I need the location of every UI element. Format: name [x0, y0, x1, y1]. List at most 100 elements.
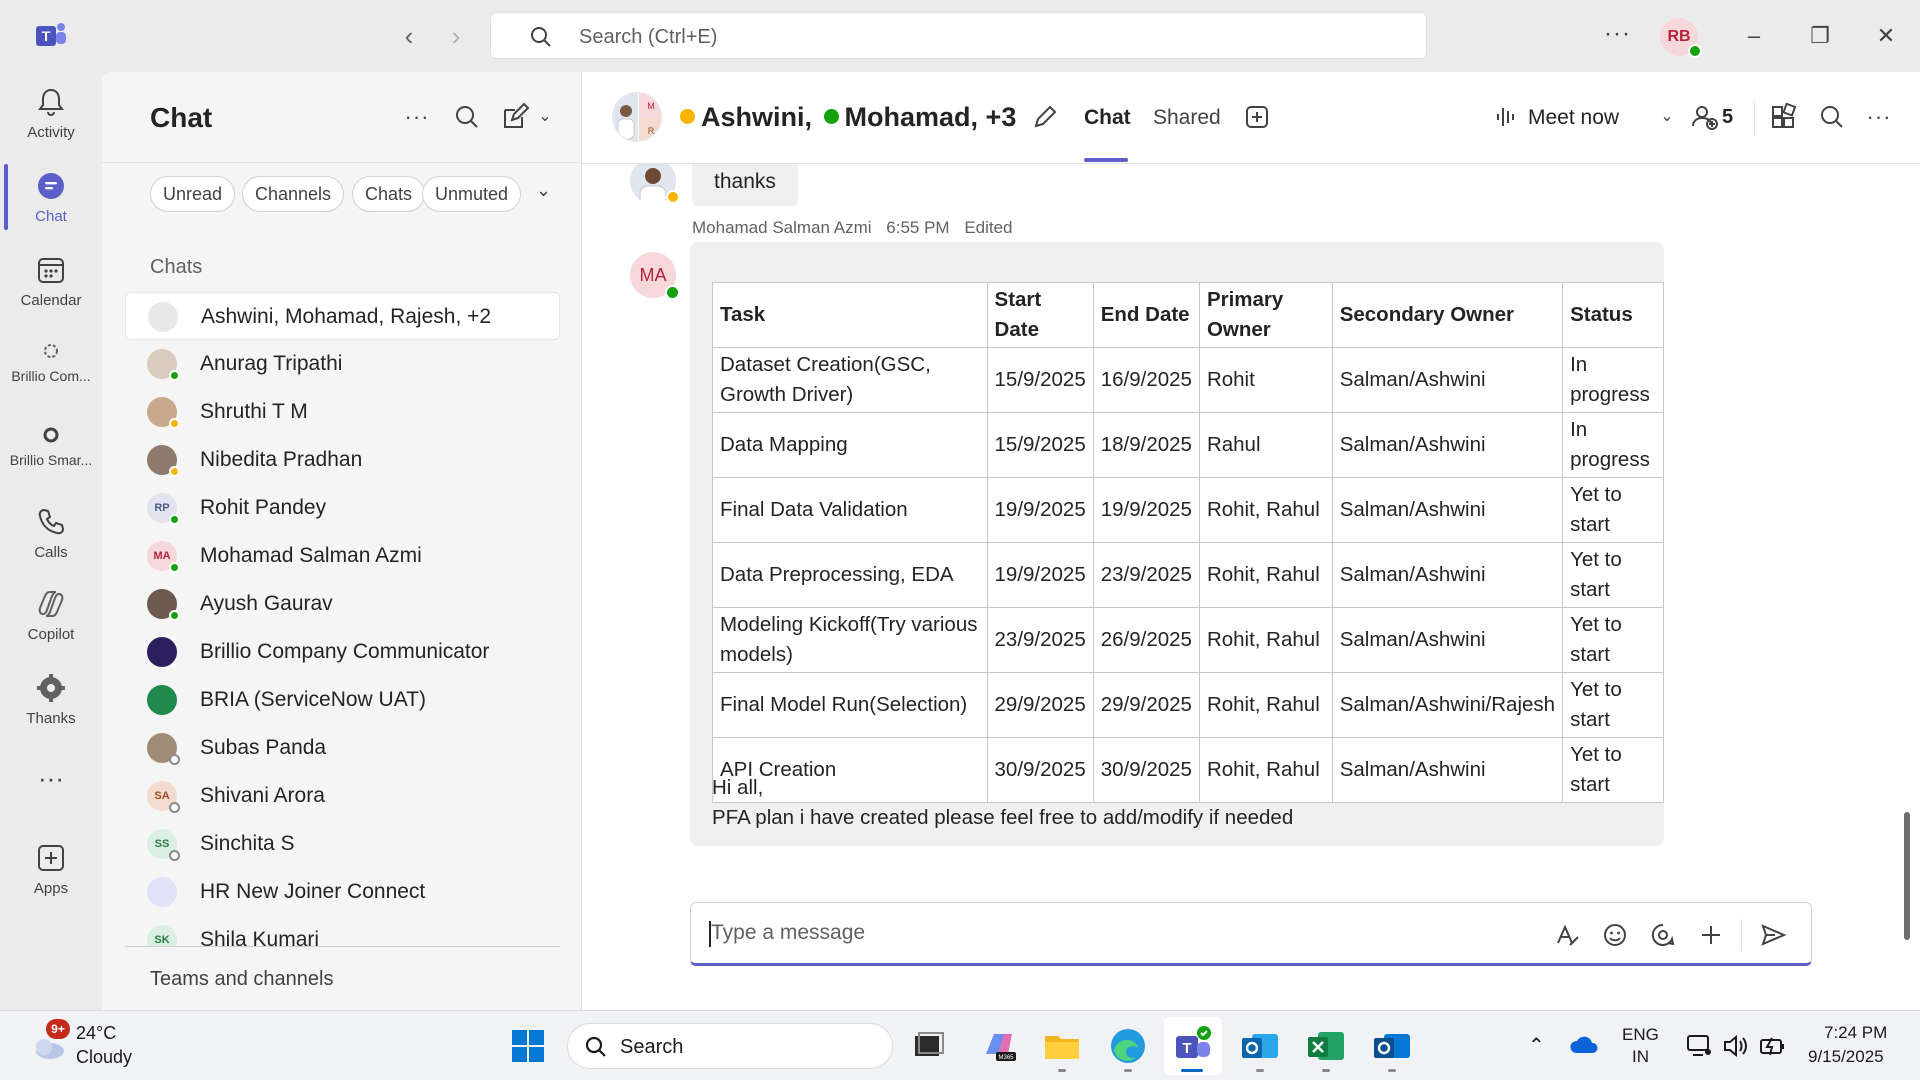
rail-item-activity[interactable]: Activity — [0, 86, 102, 166]
add-attachment-icon[interactable] — [1697, 921, 1725, 949]
rail-item-calls[interactable]: Calls — [0, 506, 102, 586]
filter-unmuted[interactable]: Unmuted — [422, 176, 522, 212]
volume-icon[interactable] — [1722, 1033, 1750, 1059]
task-view-icon[interactable] — [906, 1024, 950, 1068]
chevron-down-icon[interactable]: ⌄ — [536, 180, 551, 201]
apps-icon[interactable] — [1768, 102, 1798, 132]
more-apps-icon[interactable]: ··· — [0, 765, 102, 808]
network-icon[interactable] — [1685, 1033, 1713, 1059]
tab-chat[interactable]: Chat — [1084, 106, 1131, 130]
chat-list-item[interactable]: SA Shivani Arora — [125, 772, 560, 820]
rail-item-apps[interactable]: Apps — [0, 842, 102, 922]
participant-name: Mohamad — [844, 102, 971, 132]
participant-overflow: , +3 — [970, 102, 1017, 132]
chat-list-item[interactable]: SS Sinchita S — [125, 820, 560, 868]
new-chat-icon[interactable] — [500, 102, 530, 132]
windows-start-icon[interactable] — [506, 1024, 550, 1068]
file-explorer-icon[interactable] — [1040, 1024, 1084, 1068]
rail-item-copilot[interactable]: Copilot — [0, 588, 102, 668]
message-bubble[interactable]: thanks — [692, 164, 798, 206]
chat-list-item[interactable]: BRIA (ServiceNow UAT) — [125, 676, 560, 724]
chat-list-item[interactable]: Brillio Company Communicator — [125, 628, 560, 676]
weather-condition[interactable]: Cloudy — [76, 1047, 132, 1068]
more-options-icon[interactable]: ··· — [402, 102, 432, 132]
chevron-down-icon[interactable]: ⌄ — [1652, 102, 1682, 132]
chat-name: Shivani Arora — [200, 784, 325, 807]
clock-time[interactable]: 7:24 PM — [1824, 1023, 1887, 1043]
chevron-down-icon[interactable]: ⌄ — [530, 102, 560, 132]
meet-now-button[interactable]: Meet now — [1528, 106, 1619, 130]
chat-list-item[interactable]: Anurag Tripathi — [125, 340, 560, 388]
user-avatar[interactable]: RB — [1660, 18, 1702, 58]
divider — [1754, 100, 1755, 134]
chat-list-item[interactable]: SK Shila Kumari — [125, 916, 560, 946]
forward-arrow-icon[interactable]: › — [442, 22, 470, 50]
table-cell: 18/9/2025 — [1092, 412, 1200, 478]
message-bubble[interactable]: Task Start Date End Date Primary Owner S… — [690, 242, 1664, 846]
chat-list-item[interactable]: Subas Panda — [125, 724, 560, 772]
column-header: Secondary Owner — [1331, 282, 1564, 348]
presence-icon — [169, 562, 180, 573]
search-icon[interactable] — [1817, 102, 1847, 132]
rail-label: Copilot — [27, 626, 75, 643]
chat-list-item[interactable]: MA Mohamad Salman Azmi — [125, 532, 560, 580]
windows-taskbar: 9+ 24°C Cloudy Search M365 T ⌃ ENG IN 7:… — [0, 1010, 1920, 1080]
table-cell: Rahul — [1198, 412, 1333, 478]
rail-item-calendar[interactable]: Calendar — [0, 254, 102, 334]
filter-chats[interactable]: Chats — [352, 176, 426, 212]
send-icon[interactable] — [1759, 921, 1787, 949]
taskbar-search[interactable]: Search — [567, 1023, 893, 1069]
message-composer[interactable]: Type a message — [690, 902, 1812, 966]
loop-icon[interactable] — [1649, 921, 1677, 949]
rail-item-thanks[interactable]: Thanks — [0, 672, 102, 752]
chat-list-item[interactable]: HR New Joiner Connect — [125, 868, 560, 916]
people-icon[interactable] — [1690, 102, 1720, 132]
table-cell: Rohit, Rahul — [1198, 477, 1333, 543]
chat-list-item[interactable]: Shruthi T M — [125, 388, 560, 436]
table-row: Modeling Kickoff(Try various models) 23/9… — [712, 607, 1664, 673]
chevron-up-icon[interactable]: ⌃ — [1528, 1033, 1545, 1058]
outlook-classic-icon[interactable] — [1370, 1024, 1414, 1068]
input-region[interactable]: IN — [1632, 1047, 1649, 1067]
edge-browser-icon[interactable] — [1106, 1024, 1150, 1068]
emoji-icon[interactable] — [1601, 921, 1629, 949]
teams-and-channels-header[interactable]: Teams and channels — [150, 968, 333, 991]
onedrive-cloud-icon[interactable] — [1570, 1033, 1600, 1057]
weather-temperature[interactable]: 24°C — [76, 1023, 116, 1044]
add-tab-icon[interactable] — [1242, 102, 1272, 132]
minimize-icon[interactable]: – — [1734, 18, 1774, 54]
battery-icon[interactable] — [1758, 1033, 1788, 1059]
chat-avatar-initials: SS — [154, 838, 170, 850]
clock-date[interactable]: 9/15/2025 — [1808, 1047, 1884, 1067]
rail-item-brillio-communicator[interactable]: Brillio Com... — [0, 340, 102, 420]
message-time: 6:55 PM — [886, 218, 950, 237]
format-icon[interactable] — [1553, 921, 1581, 949]
outlook-icon[interactable] — [1238, 1024, 1282, 1068]
chat-list-item[interactable]: Nibedita Pradhan — [125, 436, 560, 484]
m365-copilot-icon[interactable]: M365 — [978, 1024, 1022, 1068]
presence-icon — [169, 418, 180, 429]
audio-wave-icon[interactable] — [1492, 102, 1522, 132]
scrollbar-thumb[interactable] — [1904, 812, 1910, 940]
rail-item-chat[interactable]: Chat — [0, 170, 102, 250]
close-icon[interactable]: ✕ — [1866, 18, 1906, 54]
input-language[interactable]: ENG — [1622, 1025, 1659, 1045]
global-search-input[interactable]: Search (Ctrl+E) — [490, 12, 1427, 59]
sender-avatar[interactable]: MA — [630, 252, 680, 300]
group-avatar[interactable]: M R — [612, 92, 662, 142]
excel-icon[interactable] — [1304, 1024, 1348, 1068]
edit-pencil-icon[interactable] — [1030, 102, 1060, 132]
search-icon[interactable] — [452, 102, 482, 132]
more-options-icon[interactable]: ··· — [1604, 20, 1631, 48]
filter-unread[interactable]: Unread — [150, 176, 236, 212]
chat-list-item[interactable]: Ashwini, Mohamad, Rajesh, +2 — [125, 292, 560, 340]
more-options-icon[interactable]: ··· — [1864, 102, 1894, 132]
restore-icon[interactable]: ❐ — [1800, 18, 1840, 54]
filter-channels[interactable]: Channels — [242, 176, 345, 212]
tab-shared[interactable]: Shared — [1153, 106, 1221, 130]
rail-item-brillio-smart[interactable]: Brillio Smar... — [0, 424, 102, 504]
chat-list-item[interactable]: Ayush Gaurav — [125, 580, 560, 628]
teams-taskbar-icon[interactable]: T — [1171, 1024, 1215, 1068]
back-arrow-icon[interactable]: ‹ — [395, 22, 423, 50]
chat-list-item[interactable]: RP Rohit Pandey — [125, 484, 560, 532]
